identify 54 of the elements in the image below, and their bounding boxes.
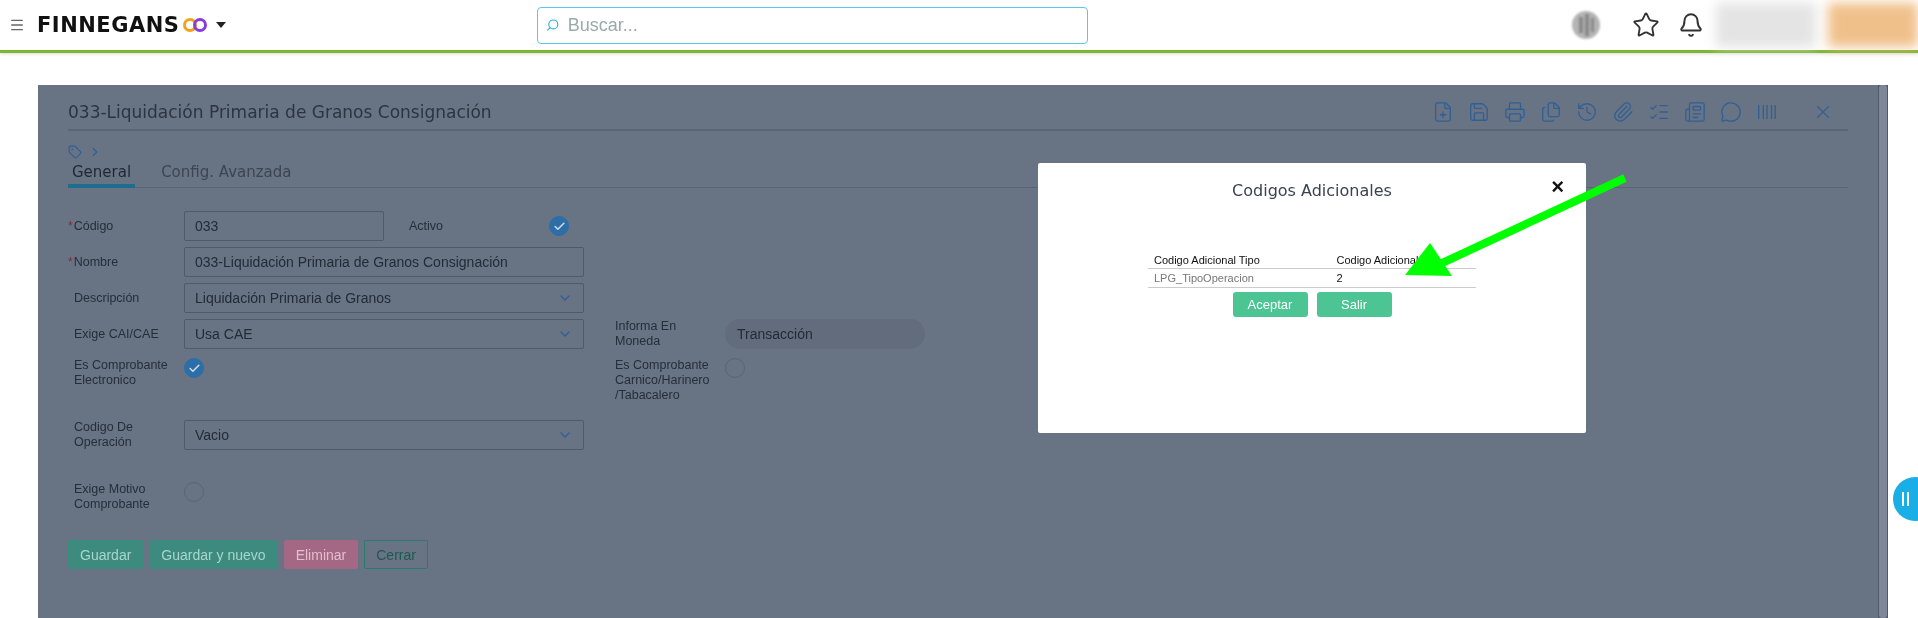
close-button[interactable]: × (1551, 174, 1564, 200)
input-field: Transacción (725, 319, 925, 349)
column-header: Codigo Adicional Tipo (1148, 252, 1331, 269)
document-icon[interactable] (1684, 101, 1706, 123)
scrollbar[interactable] (1879, 85, 1887, 618)
check-icon (187, 361, 201, 375)
avatar-icon[interactable] (1570, 9, 1602, 41)
input-field[interactable]: 033 (184, 211, 384, 241)
pause-icon (1902, 492, 1910, 506)
field-label: Exige Motivo Comprobante (74, 482, 151, 512)
search-field[interactable]: Buscar... (537, 6, 1089, 44)
checkbox[interactable] (549, 216, 569, 236)
field-label: Exige CAI/CAE (74, 326, 159, 342)
dialog-title: Codigos Adicionales (1232, 181, 1392, 200)
caret-icon[interactable] (215, 20, 228, 30)
search-icon (546, 18, 560, 32)
field-label: Activo (409, 218, 444, 234)
star-icon[interactable] (1632, 11, 1660, 39)
field-label: Codigo De Operación (74, 420, 135, 450)
new-file-icon[interactable] (1432, 101, 1454, 123)
print-icon[interactable] (1504, 101, 1526, 123)
select-field[interactable]: Usa CAE (184, 319, 584, 349)
required-mark: * (68, 218, 73, 234)
check-icon (552, 219, 566, 233)
form-button[interactable]: Eliminar (283, 540, 359, 569)
logo-icon (183, 17, 208, 33)
table-cell: LPG_TipoOperacion (1148, 268, 1331, 288)
input-field[interactable]: 033-Liquidación Primaria de Granos Consignación (184, 247, 584, 277)
brand-logo: FINNEGANS (37, 13, 180, 37)
dialog-button[interactable]: Salir (1316, 292, 1392, 317)
save-icon[interactable] (1468, 101, 1490, 123)
checkbox[interactable] (184, 358, 204, 378)
tag-icon[interactable] (68, 145, 82, 159)
field-label: Es Comprobante Electronico (74, 358, 169, 388)
field-label: Informa En Moneda (615, 319, 678, 349)
field-label: Código (73, 218, 114, 234)
field-label: Es Comprobante Carnico/Harinero /Tabacalero (615, 358, 710, 403)
bell-icon[interactable] (1678, 12, 1704, 38)
form-button[interactable]: Guardar y nuevo (149, 540, 278, 569)
select-field[interactable]: Liquidación Primaria de Granos (184, 283, 584, 313)
copy-icon[interactable] (1540, 101, 1562, 123)
form-title: 033-Liquidación Primaria de Granos Consignación (68, 102, 492, 122)
dialog-button[interactable]: Aceptar (1232, 292, 1308, 317)
history-icon[interactable] (1576, 101, 1598, 123)
paperclip-icon[interactable] (1612, 101, 1634, 123)
field-label: Descripción (74, 290, 140, 306)
menu-icon[interactable] (9, 17, 25, 33)
field-label: Nombre (73, 254, 119, 270)
required-mark: * (68, 254, 73, 270)
comment-icon[interactable] (1720, 101, 1742, 123)
form-button[interactable]: Guardar (68, 540, 144, 569)
select-field[interactable]: Vacio (184, 420, 584, 450)
tab[interactable]: General (68, 163, 136, 188)
form-button[interactable]: Cerrar (364, 540, 428, 569)
